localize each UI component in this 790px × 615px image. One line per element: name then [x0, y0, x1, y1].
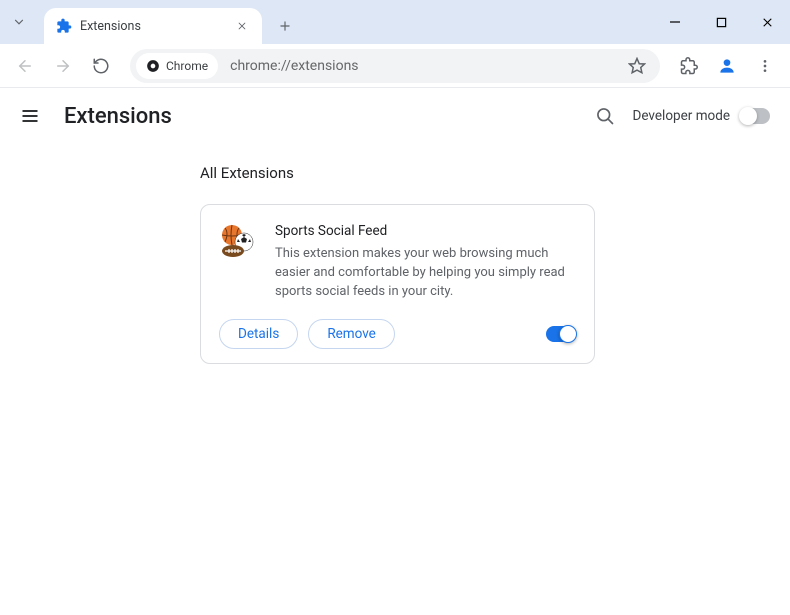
- hamburger-icon: [20, 106, 40, 126]
- extension-body: Sports Social Feed This extension makes …: [275, 223, 576, 301]
- close-icon: [237, 21, 247, 31]
- profile-icon: [717, 56, 737, 76]
- puzzle-outline-icon: [680, 57, 698, 75]
- content-area: All Extensions: [0, 144, 790, 364]
- close-window-button[interactable]: [744, 0, 790, 44]
- sidebar-menu-button[interactable]: [20, 106, 44, 126]
- tab-search-button[interactable]: [0, 0, 38, 44]
- minimize-button[interactable]: [652, 0, 698, 44]
- sports-balls-icon: [219, 223, 255, 259]
- extension-description: This extension makes your web browsing m…: [275, 245, 576, 301]
- chevron-down-icon: [12, 15, 26, 29]
- page-header-right: Developer mode: [595, 106, 771, 126]
- chip-label: Chrome: [166, 59, 208, 73]
- menu-button[interactable]: [748, 49, 782, 83]
- page-title: Extensions: [64, 104, 172, 129]
- close-icon: [761, 16, 774, 29]
- extension-card: Sports Social Feed This extension makes …: [200, 204, 595, 364]
- extension-card-top: Sports Social Feed This extension makes …: [219, 223, 576, 301]
- maximize-icon: [716, 17, 727, 28]
- omnibox[interactable]: Chrome chrome://extensions: [130, 49, 660, 83]
- section-title: All Extensions: [200, 164, 790, 182]
- developer-mode: Developer mode: [633, 108, 771, 124]
- arrow-left-icon: [16, 57, 34, 75]
- window-controls: [652, 0, 790, 44]
- remove-button[interactable]: Remove: [308, 319, 395, 349]
- chrome-icon: [146, 59, 160, 73]
- bookmark-button[interactable]: [628, 57, 646, 75]
- extension-enable-toggle[interactable]: [546, 326, 576, 342]
- url-text: chrome://extensions: [230, 58, 358, 74]
- reload-icon: [92, 57, 110, 75]
- browser-chrome: Extensions: [0, 0, 790, 88]
- star-icon: [628, 57, 646, 75]
- extension-name: Sports Social Feed: [275, 223, 576, 239]
- tab-title: Extensions: [80, 19, 234, 34]
- plus-icon: [278, 19, 292, 33]
- page-header: Extensions Developer mode: [0, 88, 790, 144]
- extension-actions: Details Remove: [219, 319, 576, 349]
- maximize-button[interactable]: [698, 0, 744, 44]
- tab-strip: Extensions: [0, 0, 790, 44]
- developer-mode-toggle[interactable]: [740, 108, 770, 124]
- browser-tab[interactable]: Extensions: [44, 8, 262, 44]
- puzzle-icon: [56, 18, 72, 34]
- extensions-page: Extensions Developer mode All Extensions: [0, 88, 790, 615]
- profile-button[interactable]: [710, 49, 744, 83]
- back-button[interactable]: [8, 49, 42, 83]
- extension-icon: [219, 223, 255, 259]
- minimize-icon: [669, 16, 681, 28]
- forward-button[interactable]: [46, 49, 80, 83]
- extensions-button[interactable]: [672, 49, 706, 83]
- toolbar: Chrome chrome://extensions: [0, 44, 790, 88]
- arrow-right-icon: [54, 57, 72, 75]
- search-button[interactable]: [595, 106, 615, 126]
- search-icon: [595, 106, 615, 126]
- dots-vertical-icon: [757, 58, 773, 74]
- developer-mode-label: Developer mode: [633, 108, 731, 124]
- site-chip[interactable]: Chrome: [136, 53, 218, 79]
- details-button[interactable]: Details: [219, 319, 298, 349]
- new-tab-button[interactable]: [270, 11, 300, 41]
- reload-button[interactable]: [84, 49, 118, 83]
- close-tab-button[interactable]: [234, 18, 250, 34]
